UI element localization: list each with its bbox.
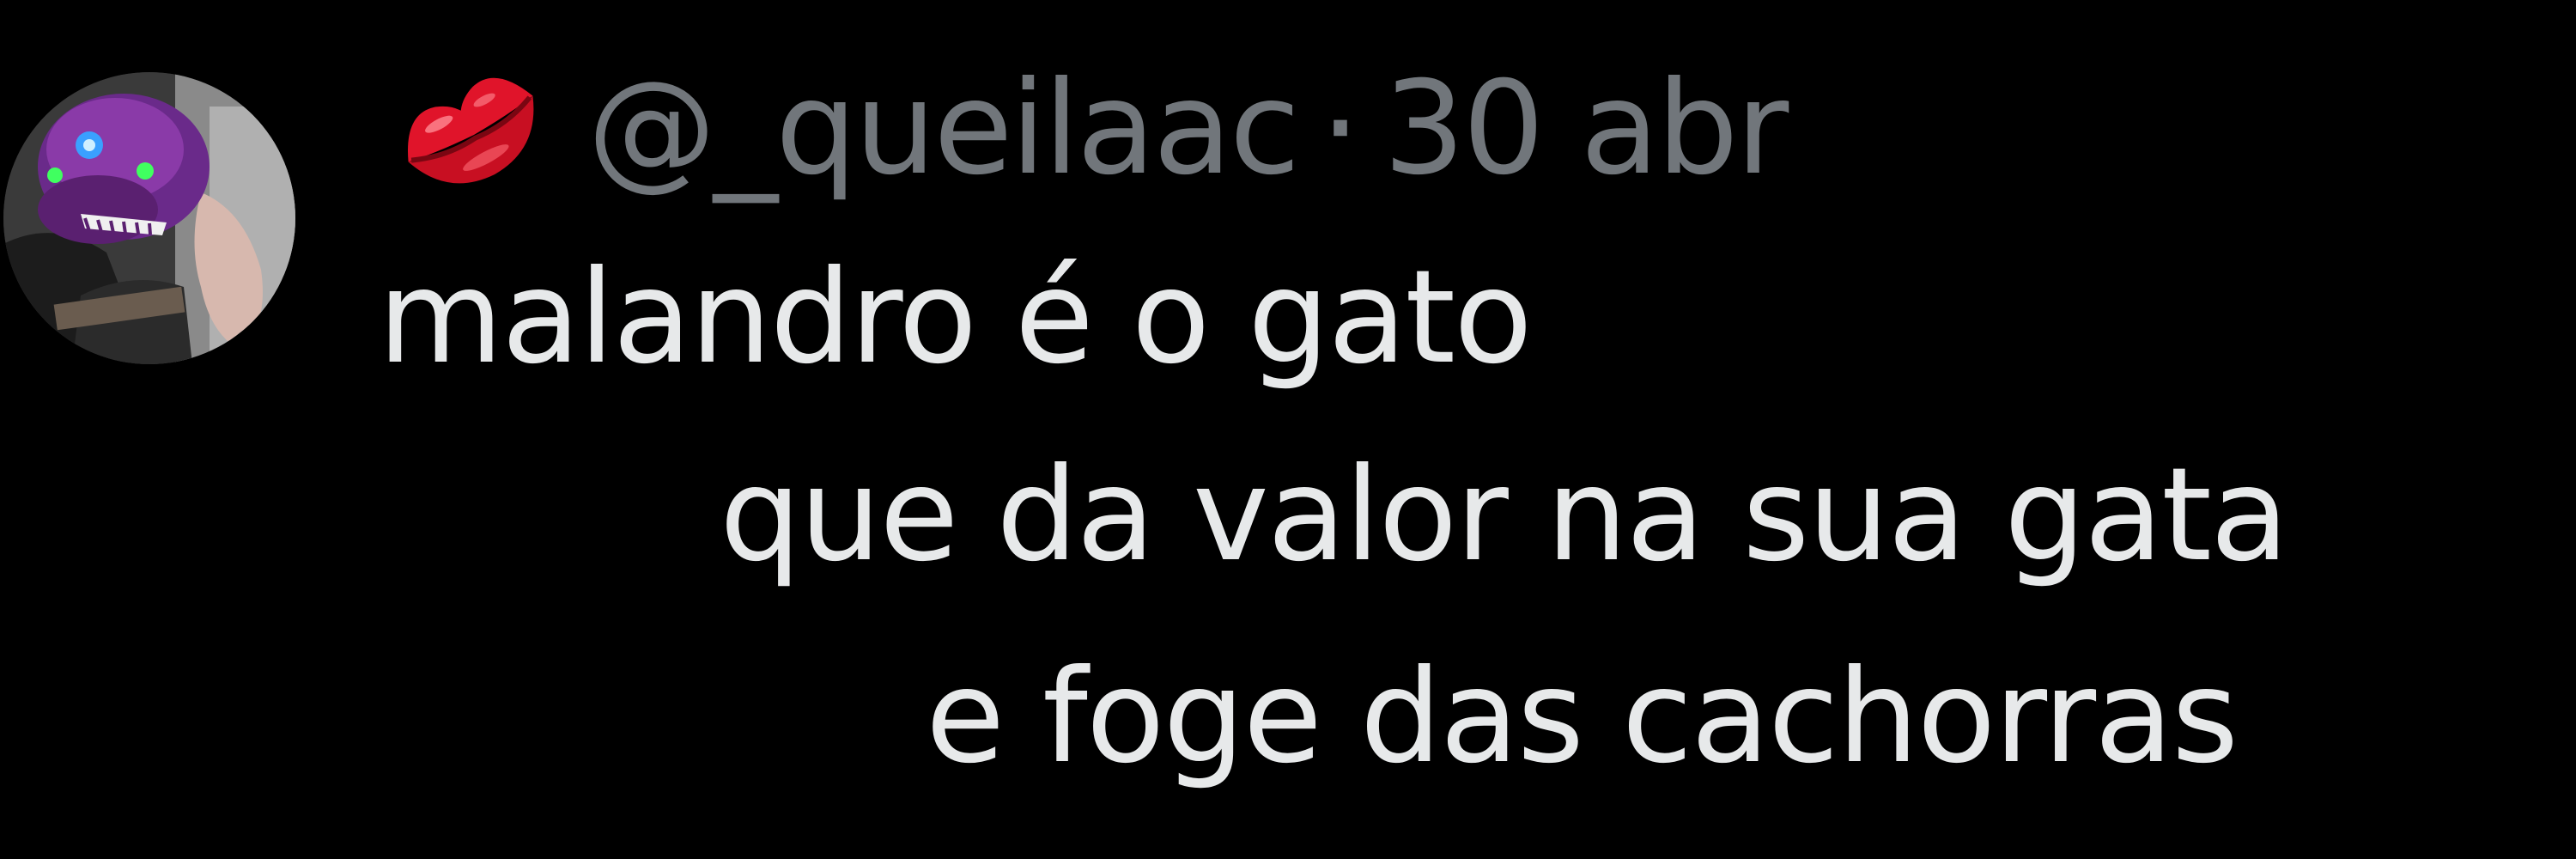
tweet-text-line-3: e foge das cachorras	[926, 643, 2239, 792]
kiss-mark-icon	[385, 43, 556, 215]
tweet-text-line-2: que da valor na sua gata	[720, 441, 2289, 590]
tweet-header: @_queilaac · 30 abr	[385, 43, 1789, 215]
author-handle[interactable]: @_queilaac	[587, 54, 1300, 204]
tweet-text-line-1: malandro é o gato	[378, 243, 1533, 393]
separator-dot: ·	[1320, 54, 1361, 204]
avatar[interactable]	[3, 72, 295, 364]
avatar-image	[3, 72, 295, 364]
tweet: @_queilaac · 30 abr malandro é o gato qu…	[0, 0, 2576, 859]
tweet-date[interactable]: 30 abr	[1383, 54, 1789, 204]
